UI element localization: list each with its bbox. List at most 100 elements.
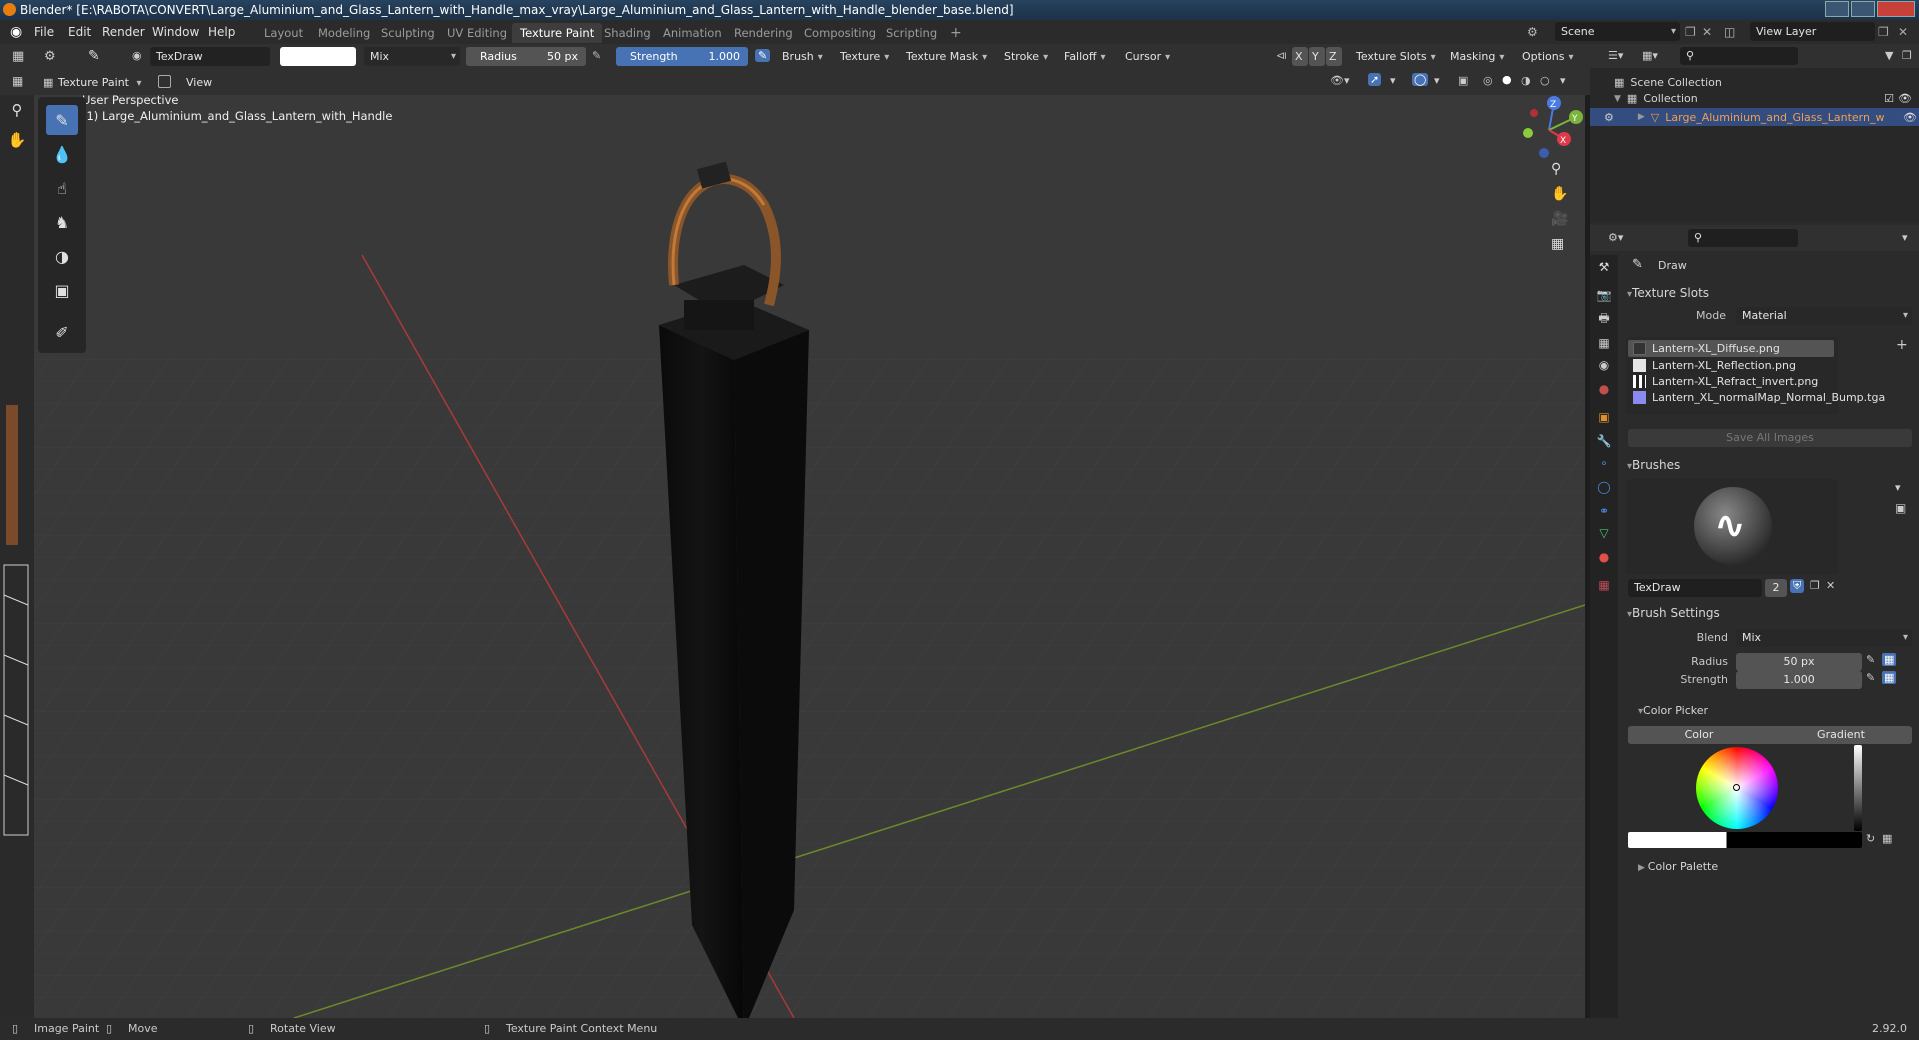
tool-tab-icon[interactable]: ⚒	[1594, 257, 1614, 277]
ortho-toggle-icon[interactable]: ▦	[1551, 236, 1564, 252]
texture-slots-menu[interactable]: Texture Slots	[1350, 47, 1442, 66]
cursor-menu[interactable]: Cursor	[1119, 47, 1176, 66]
gradient-tab[interactable]: Gradient	[1770, 726, 1912, 744]
brushes-panel-header[interactable]: Brushes	[1627, 458, 1680, 472]
radius-pressure-icon[interactable]: ✎	[592, 49, 601, 62]
brush-color-swatch[interactable]	[280, 47, 356, 66]
solid-shading-icon[interactable]: ●	[1502, 73, 1512, 86]
brush-users-count[interactable]: 2	[1765, 579, 1787, 597]
new-collection-icon[interactable]: ❐	[1902, 49, 1912, 62]
overlays-dropdown-icon[interactable]: ▾	[1434, 74, 1440, 87]
maximize-button[interactable]	[1851, 1, 1875, 17]
masking-menu[interactable]: Masking	[1444, 47, 1510, 66]
render-tab-icon[interactable]: 📷	[1594, 285, 1614, 305]
view-layer-tab-icon[interactable]: ▦	[1594, 333, 1614, 353]
unlink-brush-icon[interactable]: ✕	[1826, 579, 1835, 592]
3d-viewport[interactable]: User Perspective (1) Large_Aluminium_and…	[34, 95, 1585, 1018]
mask-tool-icon[interactable]: ▣	[46, 275, 78, 305]
properties-editor-icon[interactable]: ⚙▾	[1608, 231, 1623, 244]
brush-settings-panel-header[interactable]: Brush Settings	[1627, 606, 1720, 620]
color-picker-subpanel-header[interactable]: Color Picker	[1638, 704, 1708, 717]
blend-mode-dropdown[interactable]: Mix	[364, 47, 460, 66]
strength-unit-icon[interactable]: ▦	[1882, 671, 1897, 684]
object-visibility-icon[interactable]: 👁	[1903, 111, 1917, 124]
strength-pressure-icon[interactable]: ✎	[755, 49, 771, 62]
smear-tool-icon[interactable]: ☝	[46, 173, 78, 203]
brush-browse-icon[interactable]: ◉	[132, 49, 142, 62]
tab-rendering[interactable]: Rendering	[726, 23, 801, 43]
constraints-tab-icon[interactable]: ⚭	[1594, 501, 1614, 521]
brush-preview-area[interactable]: ∿	[1626, 479, 1838, 575]
minimize-button[interactable]	[1825, 1, 1849, 17]
color-wheel[interactable]	[1696, 747, 1778, 829]
shading-options-icon[interactable]: ▾	[1560, 74, 1566, 87]
object-expand-icon[interactable]: ▶	[1638, 112, 1645, 122]
overlays-toggle-icon[interactable]: ◯	[1412, 73, 1429, 86]
radius-pressure-icon[interactable]: ✎	[1866, 653, 1875, 666]
remove-view-layer-icon[interactable]: ✕	[1898, 20, 1908, 44]
clone-tool-icon[interactable]: ♞	[46, 207, 78, 237]
pan-hand-icon[interactable]: ✋	[4, 127, 30, 153]
paint-mask-toggle[interactable]	[158, 75, 171, 88]
fill-tool-icon[interactable]: ◑	[46, 241, 78, 271]
navigation-gizmo[interactable]: Z Y X	[1514, 95, 1584, 165]
annotate-tool-icon[interactable]: ✐	[46, 317, 78, 347]
strength-slider[interactable]: 1.000	[1736, 671, 1862, 689]
collection-checkbox[interactable]: ☑	[1884, 92, 1894, 105]
world-tab-icon[interactable]: ●	[1594, 379, 1614, 399]
mirror-z-toggle[interactable]: Z	[1326, 47, 1342, 66]
outliner-search-input[interactable]: ⚲	[1680, 47, 1798, 65]
tab-layout[interactable]: Layout	[256, 23, 311, 43]
value-slider[interactable]	[1854, 745, 1862, 831]
menu-window[interactable]: Window	[152, 20, 199, 44]
scene-tab-icon[interactable]: ◉	[1594, 355, 1614, 375]
strength-pressure-icon[interactable]: ✎	[1866, 671, 1875, 684]
falloff-menu[interactable]: Falloff	[1058, 47, 1112, 66]
zoom-view-icon[interactable]: ⚲	[1551, 161, 1561, 177]
tab-texture-paint[interactable]: Texture Paint	[512, 23, 603, 43]
mirror-y-toggle[interactable]: Y	[1309, 47, 1325, 66]
radius-unit-icon[interactable]: ▦	[1882, 653, 1897, 666]
menu-edit[interactable]: Edit	[68, 20, 91, 44]
tab-sculpting[interactable]: Sculpting	[373, 23, 443, 43]
color-swatch-pair[interactable]	[1628, 832, 1862, 848]
texture-slot-item[interactable]: Lantern-XL_Reflection.png	[1628, 357, 1834, 374]
strength-field[interactable]: Strength 1.000	[616, 47, 748, 66]
add-workspace-button[interactable]: +	[942, 23, 970, 43]
mode-dropdown[interactable]: Material	[1736, 307, 1912, 325]
color-tab[interactable]: Color	[1628, 726, 1770, 744]
tab-compositing[interactable]: Compositing	[796, 23, 884, 43]
scene-collection-row[interactable]: ▦ Scene Collection	[1614, 76, 1722, 89]
filter-icon[interactable]: ▼	[1885, 49, 1893, 62]
tab-animation[interactable]: Animation	[655, 23, 730, 43]
swap-colors-icon[interactable]: ↻	[1866, 832, 1875, 845]
stroke-menu[interactable]: Stroke	[998, 47, 1054, 66]
outliner-editor-icon[interactable]: ☰▾	[1608, 49, 1623, 62]
mode-dropdown[interactable]: ▦ Texture Paint	[40, 73, 148, 92]
save-all-images-button[interactable]: Save All Images	[1628, 429, 1912, 447]
collection-expand-icon[interactable]: ▼	[1614, 94, 1621, 104]
collection-visibility-icon[interactable]: 👁	[1898, 92, 1912, 105]
brush-image-icon[interactable]: ▣	[1895, 501, 1906, 515]
rendered-shading-icon[interactable]: ○	[1540, 74, 1550, 87]
tab-scripting[interactable]: Scripting	[878, 23, 945, 43]
physics-tab-icon[interactable]: ◯	[1594, 477, 1614, 497]
display-mode-icon[interactable]: ▦▾	[1642, 49, 1658, 62]
texture-slots-panel-header[interactable]: Texture Slots	[1627, 286, 1709, 300]
brush-list-dropdown-icon[interactable]: ▾	[1895, 481, 1901, 494]
blend-dropdown[interactable]: Mix	[1736, 629, 1912, 647]
fake-user-shield-icon[interactable]: ⛨	[1790, 579, 1805, 593]
material-tab-icon[interactable]: ●	[1594, 547, 1614, 567]
collection-row[interactable]: ▼ ▦ Collection ☑ 👁	[1614, 92, 1914, 105]
brush-menu[interactable]: Brush	[776, 47, 829, 66]
texture-slot-item[interactable]: Lantern_XL_normalMap_Normal_Bump.tga	[1628, 389, 1885, 406]
menu-render[interactable]: Render	[102, 20, 145, 44]
xray-toggle-icon[interactable]: ▣	[1458, 74, 1468, 87]
tab-shading[interactable]: Shading	[596, 23, 659, 43]
editor-type-icon[interactable]: ▦	[12, 49, 24, 64]
options-menu[interactable]: Options	[1516, 47, 1579, 66]
new-view-layer-icon[interactable]: ❐	[1878, 20, 1889, 44]
texture-menu[interactable]: Texture	[834, 47, 895, 66]
brush-name-field[interactable]: TexDraw	[150, 47, 270, 66]
scene-icon[interactable]: ⚙	[1527, 20, 1538, 44]
